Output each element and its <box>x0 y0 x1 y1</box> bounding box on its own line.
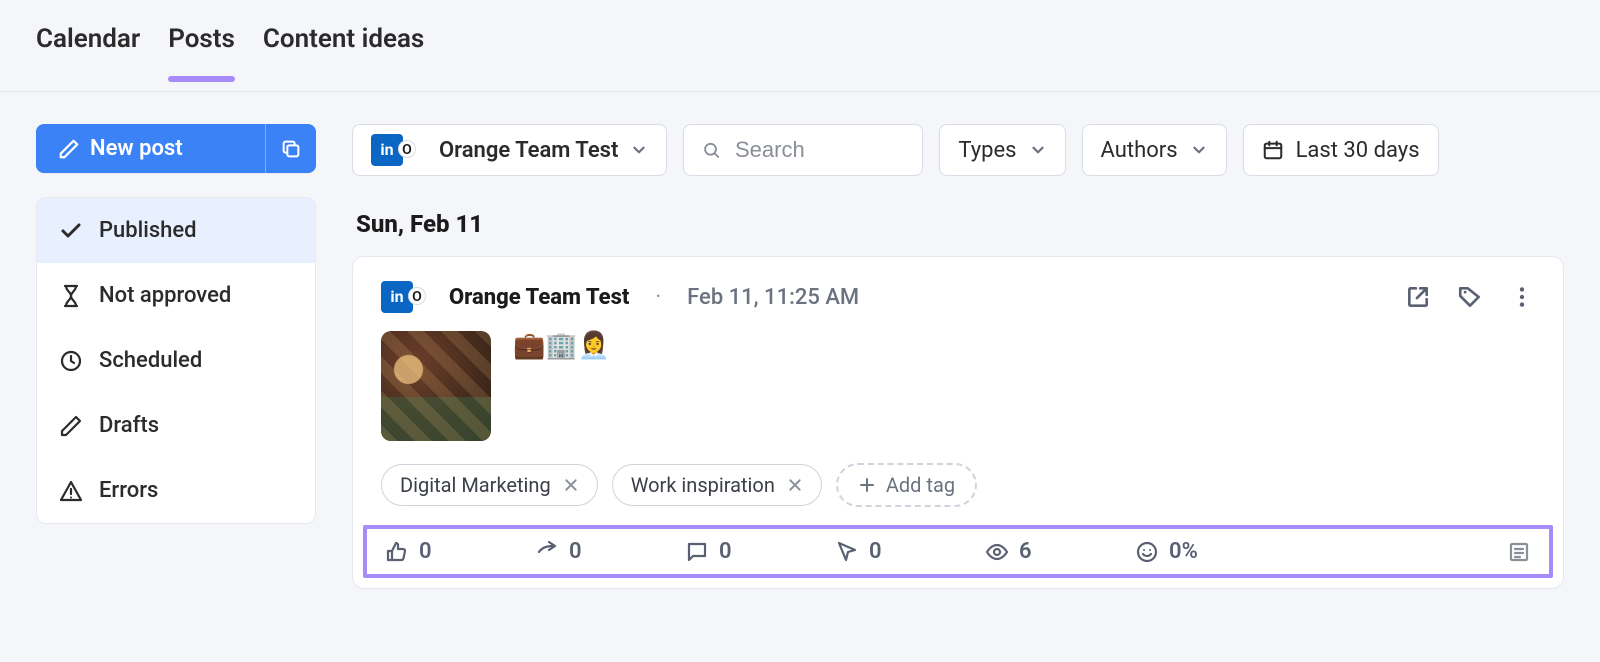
status-filter-list: Published Not approved Scheduled Drafts … <box>36 197 316 524</box>
post-header: in O Orange Team Test · Feb 11, 11:25 AM <box>381 281 1535 313</box>
stat-shares: 0 <box>535 539 685 564</box>
post-tag-chip[interactable]: Digital Marketing <box>381 464 598 506</box>
tab-calendar[interactable]: Calendar <box>36 24 140 80</box>
linkedin-icon: in O <box>381 281 413 313</box>
tag-button[interactable] <box>1457 284 1483 310</box>
search-input[interactable] <box>733 136 904 164</box>
status-item-not-approved[interactable]: Not approved <box>37 263 315 328</box>
search-box[interactable] <box>683 124 923 176</box>
hourglass-icon <box>59 284 83 308</box>
comment-icon <box>685 540 709 564</box>
tag-label: Work inspiration <box>631 473 775 497</box>
stat-comments: 0 <box>685 539 835 564</box>
profile-name: Orange Team Test <box>439 138 618 163</box>
new-post-more-button[interactable] <box>266 124 316 173</box>
filter-label: Last 30 days <box>1296 138 1420 163</box>
more-menu-button[interactable] <box>1509 284 1535 310</box>
external-link-icon <box>1405 284 1431 310</box>
post-timestamp: Feb 11, 11:25 AM <box>687 285 859 310</box>
stat-likes: 0 <box>385 539 535 564</box>
thumbs-up-icon <box>385 540 409 564</box>
chevron-down-icon <box>1190 141 1208 159</box>
eye-icon <box>985 540 1009 564</box>
status-item-published[interactable]: Published <box>37 198 315 263</box>
calendar-icon <box>1262 139 1284 161</box>
filter-authors[interactable]: Authors <box>1082 124 1227 176</box>
post-tag-row: Digital Marketing Work inspiration Add t… <box>381 463 1535 507</box>
status-label: Not approved <box>99 283 231 308</box>
status-item-errors[interactable]: Errors <box>37 458 315 523</box>
stat-views: 6 <box>985 539 1135 564</box>
filter-date-range[interactable]: Last 30 days <box>1243 124 1439 176</box>
add-tag-button[interactable]: Add tag <box>836 463 977 507</box>
share-icon <box>535 540 559 564</box>
tag-remove-button[interactable] <box>563 477 579 493</box>
filter-types[interactable]: Types <box>939 124 1065 176</box>
filter-label: Types <box>958 138 1016 163</box>
feed-date-header: Sun, Feb 11 <box>356 210 1564 238</box>
smiley-icon <box>1135 540 1159 564</box>
tag-label: Digital Marketing <box>400 473 551 497</box>
stat-engagement: 0% <box>1135 539 1285 564</box>
x-icon <box>563 477 579 493</box>
stat-value: 0 <box>869 539 882 564</box>
new-post-label: New post <box>90 136 183 161</box>
stat-value: 0 <box>719 539 732 564</box>
post-tag-chip[interactable]: Work inspiration <box>612 464 822 506</box>
cursor-icon <box>835 540 859 564</box>
pencil-icon <box>58 138 80 160</box>
chevron-down-icon <box>1029 141 1047 159</box>
chevron-down-icon <box>630 141 648 159</box>
pencil-icon <box>59 414 83 438</box>
search-icon <box>702 139 721 161</box>
x-icon <box>787 477 803 493</box>
tab-content-ideas[interactable]: Content ideas <box>263 24 424 80</box>
stat-value: 0 <box>419 539 432 564</box>
more-vertical-icon <box>1509 284 1535 310</box>
post-details-button[interactable] <box>1507 540 1531 564</box>
top-tabs: Calendar Posts Content ideas <box>0 0 1600 92</box>
open-external-button[interactable] <box>1405 284 1431 310</box>
status-label: Drafts <box>99 413 159 438</box>
status-label: Published <box>99 218 197 243</box>
copy-icon <box>280 138 302 160</box>
filter-bar: in O Orange Team Test Types Authors <box>352 124 1564 176</box>
new-post-group: New post <box>36 124 316 173</box>
stat-clicks: 0 <box>835 539 985 564</box>
separator-dot: · <box>655 285 661 310</box>
status-label: Errors <box>99 478 158 503</box>
post-thumbnail[interactable] <box>381 331 491 441</box>
add-tag-label: Add tag <box>886 473 955 497</box>
status-item-scheduled[interactable]: Scheduled <box>37 328 315 393</box>
clock-icon <box>59 349 83 373</box>
post-card: in O Orange Team Test · Feb 11, 11:25 AM <box>352 256 1564 589</box>
post-profile-name: Orange Team Test <box>449 285 629 310</box>
stat-value: 0% <box>1169 539 1198 564</box>
stat-value: 0 <box>569 539 582 564</box>
stat-value: 6 <box>1019 539 1032 564</box>
filter-label: Authors <box>1101 138 1178 163</box>
new-post-button[interactable]: New post <box>36 124 266 173</box>
plus-icon <box>858 476 876 494</box>
tab-posts[interactable]: Posts <box>168 24 235 80</box>
notes-icon <box>1507 540 1531 564</box>
post-stats-row: 0 0 0 0 6 <box>363 525 1553 578</box>
check-icon <box>59 219 83 243</box>
linkedin-icon: in O <box>371 134 403 166</box>
tag-icon <box>1457 284 1483 310</box>
status-label: Scheduled <box>99 348 202 373</box>
post-content-text: 💼🏢👩‍💼 <box>513 331 610 361</box>
status-item-drafts[interactable]: Drafts <box>37 393 315 458</box>
alert-triangle-icon <box>59 479 83 503</box>
profile-selector[interactable]: in O Orange Team Test <box>352 124 667 176</box>
tag-remove-button[interactable] <box>787 477 803 493</box>
